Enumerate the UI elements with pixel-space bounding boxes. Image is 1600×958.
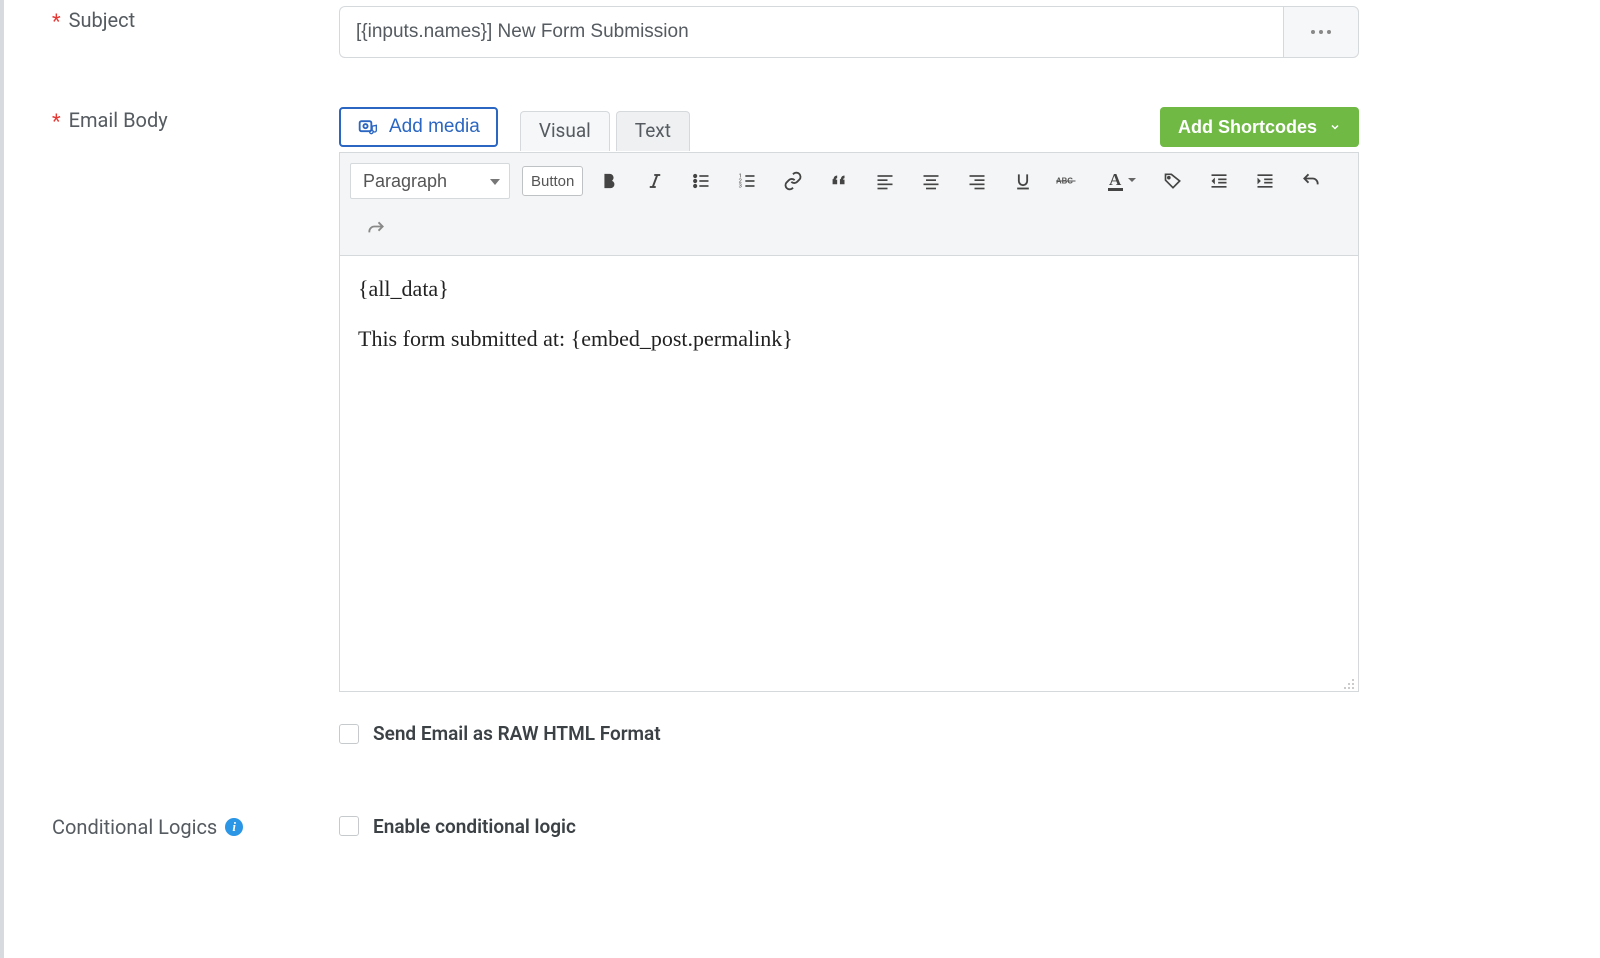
subject-input-wrap xyxy=(339,6,1359,58)
raw-html-row: Send Email as RAW HTML Format xyxy=(339,722,1540,745)
svg-text:A: A xyxy=(1109,170,1122,189)
subject-row: * Subject xyxy=(4,6,1600,58)
align-center-icon[interactable] xyxy=(911,163,951,199)
conditional-logics-row: Conditional Logics i Enable conditional … xyxy=(4,813,1600,839)
info-icon[interactable]: i xyxy=(225,818,243,836)
raw-html-checkbox[interactable] xyxy=(339,724,359,744)
label-conditional-logics: Conditional Logics i xyxy=(4,813,339,839)
format-select[interactable]: Paragraph xyxy=(350,163,510,199)
underline-icon[interactable] xyxy=(1003,163,1043,199)
outdent-icon[interactable] xyxy=(1199,163,1239,199)
bold-icon[interactable] xyxy=(589,163,629,199)
label-subject: * Subject xyxy=(4,6,339,32)
quote-icon[interactable] xyxy=(819,163,859,199)
tab-visual[interactable]: Visual xyxy=(520,111,610,151)
subject-more-button[interactable] xyxy=(1283,6,1359,58)
editor-line-2: This form submitted at: {embed_post.perm… xyxy=(358,326,1340,352)
tag-icon[interactable] xyxy=(1153,163,1193,199)
tab-text[interactable]: Text xyxy=(616,111,690,151)
required-asterisk: * xyxy=(52,109,61,133)
raw-html-label[interactable]: Send Email as RAW HTML Format xyxy=(373,722,661,745)
conditional-logic-label[interactable]: Enable conditional logic xyxy=(373,815,576,838)
undo-icon[interactable] xyxy=(1291,163,1331,199)
svg-text:3: 3 xyxy=(739,184,742,190)
bullet-list-icon[interactable] xyxy=(681,163,721,199)
link-icon[interactable] xyxy=(773,163,813,199)
align-right-icon[interactable] xyxy=(957,163,997,199)
align-left-icon[interactable] xyxy=(865,163,905,199)
required-asterisk: * xyxy=(52,9,61,33)
insert-button[interactable]: Button xyxy=(522,166,583,196)
subject-input[interactable] xyxy=(339,6,1283,58)
text-color-icon[interactable]: A xyxy=(1095,163,1147,199)
label-subject-text: Subject xyxy=(69,8,136,32)
editor-line-1: {all_data} xyxy=(358,276,1340,302)
chevron-down-icon xyxy=(1329,121,1341,133)
editor-content[interactable]: {all_data} This form submitted at: {embe… xyxy=(340,256,1358,691)
editor-box: Paragraph Button 123 xyxy=(339,152,1359,692)
add-media-button[interactable]: Add media xyxy=(339,107,498,147)
indent-icon[interactable] xyxy=(1245,163,1285,199)
editor-toolbar: Paragraph Button 123 xyxy=(340,153,1358,256)
add-media-label: Add media xyxy=(389,116,480,138)
camera-music-icon xyxy=(357,117,379,137)
add-shortcodes-button[interactable]: Add Shortcodes xyxy=(1160,107,1359,147)
strikethrough-icon[interactable]: ABC xyxy=(1049,163,1089,199)
resize-handle[interactable] xyxy=(1342,675,1356,689)
redo-icon[interactable] xyxy=(356,211,396,247)
label-email-body: * Email Body xyxy=(4,106,339,132)
numbered-list-icon[interactable]: 123 xyxy=(727,163,767,199)
italic-icon[interactable] xyxy=(635,163,675,199)
email-body-row: * Email Body Add media Visual Text xyxy=(4,106,1600,745)
label-email-body-text: Email Body xyxy=(69,108,168,132)
conditional-logic-checkbox[interactable] xyxy=(339,816,359,836)
